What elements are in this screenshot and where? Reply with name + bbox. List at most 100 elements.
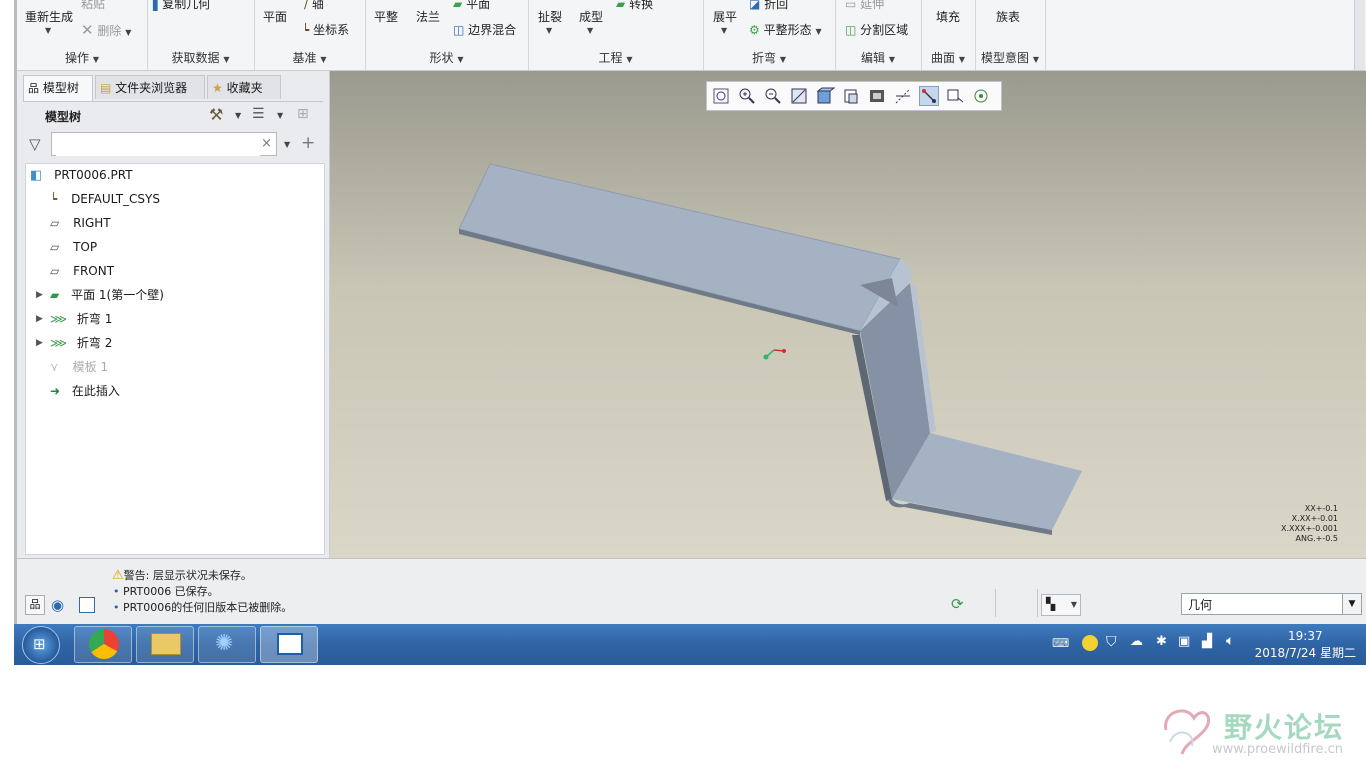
flange-button[interactable]: 法兰 <box>416 8 440 25</box>
ribbon-group-label-surface[interactable]: 曲面 ▼ <box>921 49 975 66</box>
tree-item-part[interactable]: ◧ PRT0006.PRT <box>30 164 133 186</box>
tree-item-bend-1[interactable]: ⋙ 折弯 1 <box>50 308 112 330</box>
ribbon-scroll[interactable] <box>1354 0 1365 70</box>
taskbar-app-explorer[interactable] <box>136 626 194 663</box>
ribbon-group-label-datum[interactable]: 基准 ▼ <box>254 49 365 66</box>
convert-label: 转换 <box>629 0 654 11</box>
binoculars-icon: ▚ <box>1046 597 1056 611</box>
volume-icon[interactable]: 🔈︎ <box>1226 633 1234 649</box>
planar-button[interactable]: ▰ 平面 <box>453 0 490 12</box>
family-table-button[interactable]: 族表 <box>996 8 1020 25</box>
unbend-dropdown[interactable]: ▼ <box>721 26 727 35</box>
keyboard-icon[interactable]: ⌨ <box>1052 636 1069 650</box>
tolerance-legend: XX+-0.1 X.XX+-0.01 X.XXX+-0.001 ANG.+-0.… <box>1281 504 1338 544</box>
ribbon-group-label-engineering[interactable]: 工程 ▼ <box>528 49 703 66</box>
flat-wall-button[interactable]: 平整 <box>374 8 398 25</box>
tree-item-label: DEFAULT_CSYS <box>71 192 160 206</box>
extend-button[interactable]: ▭ 延伸 <box>845 0 884 12</box>
settings-icon[interactable]: ⚒ <box>209 105 223 124</box>
usb-icon[interactable]: ▣ <box>1178 634 1190 649</box>
taskbar-app-window[interactable] <box>260 626 318 663</box>
tray-cloud-icon[interactable]: ☁ <box>1130 634 1143 649</box>
network-icon[interactable]: ▟ <box>1202 634 1212 649</box>
tree-item-bend-2[interactable]: ⋙ 折弯 2 <box>50 332 112 354</box>
regenerate-button[interactable]: 重新生成 <box>25 8 73 25</box>
full-screen-icon[interactable] <box>79 597 95 613</box>
clear-search-icon[interactable]: × <box>261 136 272 151</box>
axis-button[interactable]: / 轴 <box>304 0 324 12</box>
regenerate-status-icon[interactable]: ⟳ <box>951 595 964 613</box>
show-icon[interactable]: ☰ <box>252 106 265 122</box>
fill-button[interactable]: 填充 <box>936 8 960 25</box>
taskbar-app-browser[interactable] <box>74 626 132 663</box>
tab-model-tree[interactable]: 品 模型树 <box>23 75 93 101</box>
add-icon[interactable]: + <box>301 133 315 153</box>
copy-geometry-button[interactable]: ▌复制几何 <box>153 0 210 12</box>
search-options-dropdown[interactable]: ▼ <box>284 140 290 149</box>
tab-favorites[interactable]: ★ 收藏夹 <box>207 75 281 99</box>
expand-arrow[interactable]: ▶ <box>36 290 43 300</box>
filter-icon[interactable]: ▽ <box>29 135 41 153</box>
unbend-button[interactable]: 展平 <box>713 8 737 25</box>
flat-pattern-button[interactable]: ⚙ 平整形态 ▼ <box>749 21 822 38</box>
rip-dropdown[interactable]: ▼ <box>546 26 552 35</box>
settings-dropdown[interactable]: ▼ <box>235 111 241 120</box>
form-button[interactable]: 成型 <box>579 8 603 25</box>
tree-item-top[interactable]: ▱ TOP <box>50 236 97 258</box>
ribbon-group-label-get-data[interactable]: 获取数据 ▼ <box>147 49 254 66</box>
start-button[interactable]: ⊞ <box>22 626 60 664</box>
ribbon-group-label-bend[interactable]: 折弯 ▼ <box>703 49 835 66</box>
selection-filter-dropdown[interactable]: ▼ <box>1342 593 1362 615</box>
ribbon-group-get-data: ▌复制几何 获取数据 ▼ <box>147 0 255 70</box>
expand-arrow[interactable]: ▶ <box>36 314 43 324</box>
bluetooth-icon[interactable]: ✱ <box>1156 634 1167 649</box>
browser-icon[interactable]: ◉ <box>51 596 64 614</box>
selection-filter[interactable]: 几何 <box>1181 593 1349 615</box>
rip-button[interactable]: 扯裂 <box>538 8 562 25</box>
form-dropdown[interactable]: ▼ <box>587 26 593 35</box>
ribbon-group-label-edit[interactable]: 编辑 ▼ <box>835 49 921 66</box>
paste-button[interactable]: 粘贴 <box>81 0 105 12</box>
tab-folder-browser[interactable]: ▤ 文件夹浏览器 <box>95 75 205 99</box>
bullet-icon: • <box>113 585 120 598</box>
bend-back-button[interactable]: ◪ 折回 <box>749 0 788 12</box>
show-dropdown[interactable]: ▼ <box>277 111 283 120</box>
delete-button[interactable]: ✕ 删除 ▼ <box>81 21 131 39</box>
taskbar-app-creo[interactable]: ✺ <box>198 626 256 663</box>
tree-item-default-csys[interactable]: ┕ DEFAULT_CSYS <box>50 188 160 210</box>
toggle-navigator-icon[interactable]: 品 <box>25 595 45 615</box>
find-button[interactable]: ▚ ▼ <box>1041 594 1081 616</box>
tolerance-line: ANG.+-0.5 <box>1295 534 1338 543</box>
delete-label: 删除 <box>97 24 122 38</box>
tree-filter-icon[interactable]: ⊞ <box>297 106 309 122</box>
message-deleted: • PRT0006的任何旧版本已被删除。 <box>113 599 292 615</box>
tree-item-template-1[interactable]: ⋎ 模板 1 <box>50 356 108 378</box>
tree-item-label: 平面 1(第一个壁) <box>71 288 164 302</box>
tree-item-right[interactable]: ▱ RIGHT <box>50 212 111 234</box>
csys-button[interactable]: ┕ 坐标系 <box>302 21 349 38</box>
ribbon-group-label-operations[interactable]: 操作 ▼ <box>17 49 147 66</box>
clock[interactable]: 19:37 2018/7/24 星期二 <box>1255 628 1356 662</box>
tray-app-icon[interactable] <box>1082 635 1098 651</box>
datum-plane-icon: ▱ <box>50 216 60 230</box>
datum-plane-button[interactable]: 平面 <box>263 8 287 25</box>
convert-button[interactable]: ▰ 转换 <box>616 0 653 12</box>
message-text: PRT0006的任何旧版本已被删除。 <box>123 601 293 614</box>
boundary-blend-button[interactable]: ◫ 边界混合 <box>453 21 516 38</box>
graphics-window[interactable]: XX+-0.1 X.XX+-0.01 X.XXX+-0.001 ANG.+-0.… <box>330 71 1366 558</box>
split-area-button[interactable]: ◫ 分割区域 <box>845 21 908 38</box>
tree-search-input[interactable] <box>56 134 260 156</box>
tree-item-front[interactable]: ▱ FRONT <box>50 260 114 282</box>
security-shield-icon[interactable]: ⛉ <box>1106 634 1117 650</box>
ribbon-group-shapes: 平整 法兰 ▰ 平面 ◫ 边界混合 形状 ▼ <box>365 0 529 70</box>
tree-item-flat-wall[interactable]: ▰ 平面 1(第一个壁) <box>50 284 164 306</box>
sheetmetal-part[interactable] <box>330 71 1366 558</box>
ribbon-group-label-shapes[interactable]: 形状 ▼ <box>365 49 528 66</box>
tree-item-insert-here[interactable]: ➜ 在此插入 <box>50 380 120 402</box>
folder-icon <box>151 633 181 655</box>
selection-filter-value: 几何 <box>1188 598 1213 612</box>
tree-item-label: PRT0006.PRT <box>54 168 133 182</box>
ribbon-group-label-model-intent[interactable]: 模型意图 ▼ <box>975 49 1045 66</box>
regenerate-dropdown[interactable]: ▼ <box>45 26 51 35</box>
expand-arrow[interactable]: ▶ <box>36 338 43 348</box>
